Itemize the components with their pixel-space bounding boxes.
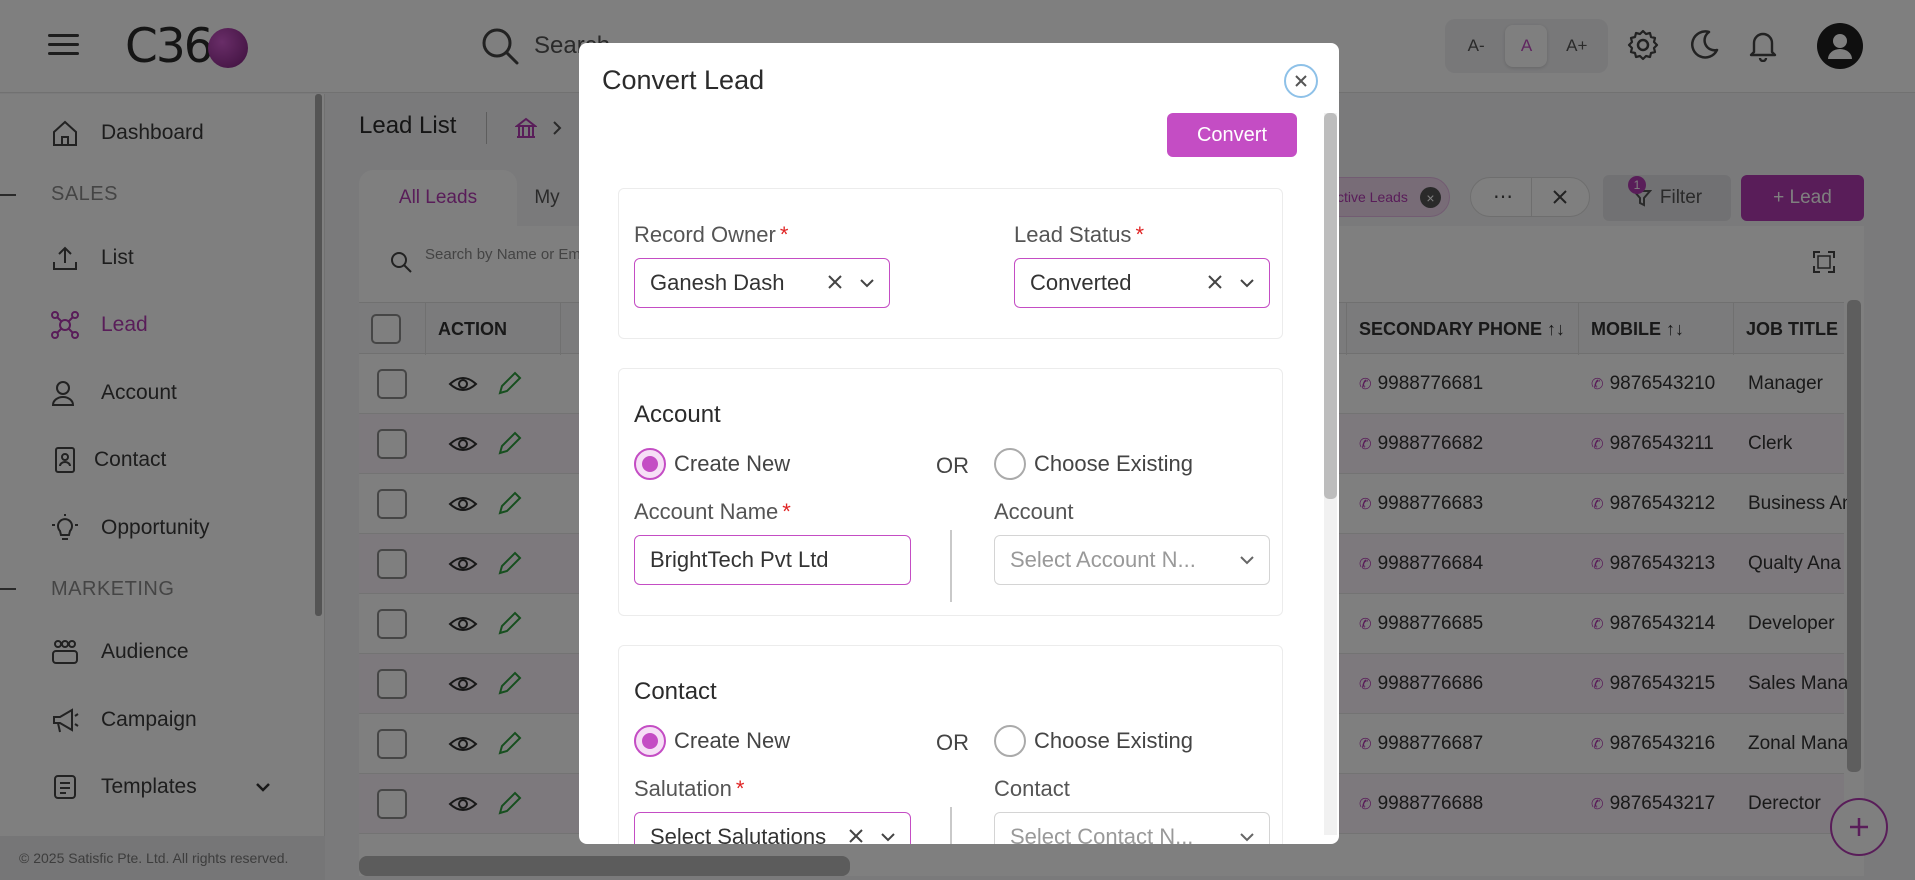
- vertical-divider: [950, 530, 952, 602]
- salutation-placeholder: Select Salutations: [650, 824, 827, 844]
- or-separator: OR: [936, 453, 969, 478]
- clear-selection-icon[interactable]: [846, 826, 866, 844]
- radio-unselected[interactable]: [994, 725, 1026, 757]
- contact-choose-existing-radio[interactable]: Choose Existing: [994, 725, 1193, 757]
- owner-status-panel: Record Owner * Ganesh Dash Lead Status * C…: [618, 188, 1283, 339]
- contact-section-title: Contact: [634, 678, 717, 705]
- account-create-new-radio[interactable]: Create New: [634, 448, 790, 480]
- radio-selected[interactable]: [634, 448, 666, 480]
- record-owner-value: Ganesh Dash: [650, 270, 785, 295]
- chevron-down-icon[interactable]: [1237, 273, 1257, 293]
- chevron-down-icon[interactable]: [1237, 550, 1257, 570]
- account-panel: Account Create New OR Choose Existing Ac…: [618, 368, 1283, 616]
- lead-status-label-text: Lead Status: [1014, 222, 1132, 247]
- lead-status-select[interactable]: Converted: [1014, 258, 1270, 308]
- modal-scrollbar-thumb[interactable]: [1324, 113, 1337, 499]
- required-asterisk: *: [735, 776, 745, 801]
- salutation-label-text: Salutation: [634, 776, 732, 801]
- contact-create-new-radio[interactable]: Create New: [634, 725, 790, 757]
- record-owner-select[interactable]: Ganesh Dash: [634, 258, 890, 308]
- radio-selected[interactable]: [634, 725, 666, 757]
- or-separator: OR: [936, 730, 969, 755]
- account-section-title: Account: [634, 401, 721, 428]
- chevron-down-icon[interactable]: [878, 827, 898, 844]
- existing-account-label: Account: [994, 499, 1074, 524]
- radio-unselected[interactable]: [994, 448, 1026, 480]
- convert-button[interactable]: Convert: [1167, 113, 1297, 157]
- modal-close-button[interactable]: [1284, 64, 1318, 98]
- clear-selection-icon[interactable]: [825, 272, 845, 292]
- chevron-down-icon[interactable]: [857, 273, 877, 293]
- salutation-label: Salutation *: [634, 776, 744, 802]
- required-asterisk: *: [782, 499, 791, 524]
- existing-contact-placeholder: Select Contact N...: [1010, 824, 1194, 844]
- required-asterisk: *: [1135, 222, 1144, 247]
- existing-account-select[interactable]: Select Account N...: [994, 535, 1270, 585]
- existing-contact-label: Contact: [994, 776, 1070, 801]
- salutation-select[interactable]: Select Salutations: [634, 812, 911, 844]
- lead-status-label: Lead Status *: [1014, 222, 1144, 248]
- existing-account-placeholder: Select Account N...: [1010, 547, 1196, 572]
- close-icon: [1295, 75, 1307, 87]
- modal-scrollbar[interactable]: [1324, 113, 1337, 835]
- radio-label: Choose Existing: [1034, 728, 1193, 753]
- record-owner-label: Record Owner *: [634, 222, 788, 248]
- contact-panel: Contact Create New OR Choose Existing Sa…: [618, 645, 1283, 844]
- modal-title: Convert Lead: [602, 65, 765, 95]
- radio-label: Create New: [674, 728, 791, 753]
- convert-lead-modal: Convert Lead Convert Record Owner * Ganes…: [579, 43, 1339, 844]
- account-name-label: Account Name *: [634, 499, 791, 525]
- account-name-input[interactable]: [634, 535, 911, 585]
- lead-status-value: Converted: [1030, 270, 1132, 295]
- chevron-down-icon[interactable]: [1237, 827, 1257, 844]
- record-owner-label-text: Record Owner: [634, 222, 776, 247]
- existing-contact-select[interactable]: Select Contact N...: [994, 812, 1270, 844]
- radio-label: Create New: [674, 451, 791, 476]
- account-choose-existing-radio[interactable]: Choose Existing: [994, 448, 1193, 480]
- clear-selection-icon[interactable]: [1205, 272, 1225, 292]
- account-name-label-text: Account Name: [634, 499, 779, 524]
- required-asterisk: *: [779, 222, 789, 247]
- radio-label: Choose Existing: [1034, 451, 1193, 476]
- vertical-divider: [950, 807, 952, 844]
